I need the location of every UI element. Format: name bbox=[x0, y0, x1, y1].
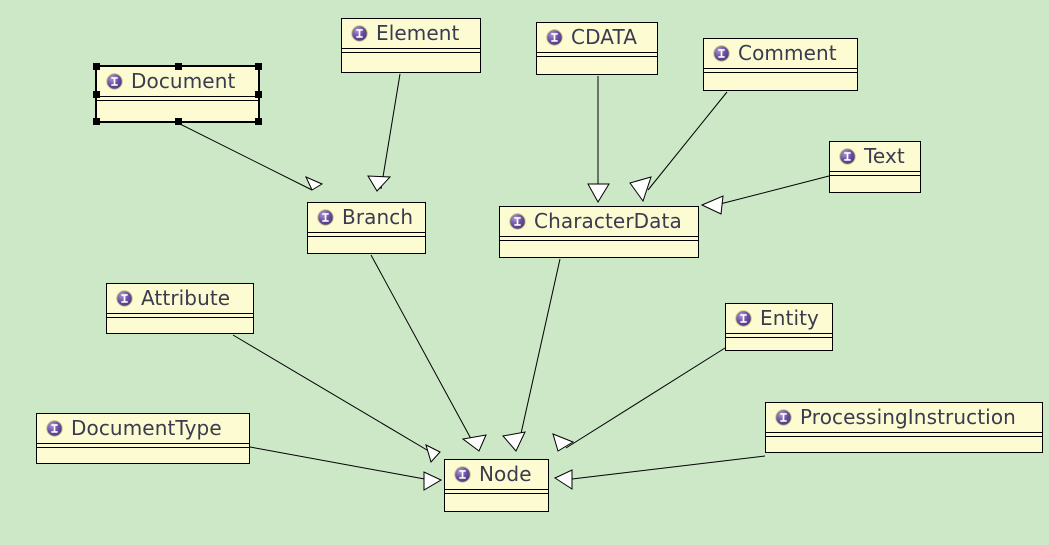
uml-class-document-title: Document bbox=[97, 67, 258, 96]
edge-entity-node bbox=[565, 347, 726, 449]
uml-class-name: DocumentType bbox=[71, 416, 222, 440]
uml-operations-compartment bbox=[342, 52, 480, 56]
interface-icon bbox=[735, 309, 752, 327]
uml-class-cdata-title: CDATA bbox=[537, 23, 657, 52]
uml-class-documenttype-title: DocumentType bbox=[37, 414, 249, 443]
uml-class-attribute[interactable]: Attribute bbox=[106, 283, 254, 334]
uml-operations-compartment bbox=[766, 436, 1042, 440]
uml-operations-compartment bbox=[704, 72, 857, 76]
arrowhead-element-branch bbox=[367, 175, 392, 192]
uml-class-processinginstruction[interactable]: ProcessingInstruction bbox=[765, 402, 1043, 453]
interface-icon bbox=[106, 72, 123, 90]
uml-operations-compartment bbox=[308, 236, 425, 240]
uml-class-name: Attribute bbox=[141, 286, 231, 310]
arrowhead-processinginstruction-node bbox=[553, 469, 573, 490]
edge-document-branch bbox=[179, 123, 313, 191]
interface-icon bbox=[317, 208, 334, 226]
edge-attribute-node bbox=[232, 334, 433, 454]
uml-operations-compartment bbox=[37, 447, 249, 451]
arrowhead-document-branch bbox=[304, 176, 324, 191]
uml-class-entity[interactable]: Entity bbox=[725, 303, 833, 351]
interface-icon bbox=[509, 212, 526, 230]
resize-handle-top-left[interactable] bbox=[93, 63, 100, 70]
uml-diagram-canvas[interactable]: Document Element CDATA Comment Text Bran… bbox=[0, 0, 1049, 545]
uml-operations-compartment bbox=[726, 337, 832, 341]
uml-class-name: CDATA bbox=[571, 25, 637, 49]
uml-class-text[interactable]: Text bbox=[829, 141, 921, 193]
interface-icon bbox=[713, 44, 730, 62]
arrowhead-cdata-characterdata bbox=[587, 183, 610, 203]
edge-comment-characterdata bbox=[647, 91, 728, 191]
uml-class-documenttype[interactable]: DocumentType bbox=[36, 413, 250, 464]
uml-class-branch-title: Branch bbox=[308, 203, 425, 232]
uml-operations-compartment bbox=[97, 100, 258, 104]
resize-handle-bottom-right[interactable] bbox=[255, 118, 262, 125]
uml-class-name: Document bbox=[131, 69, 236, 93]
edge-element-branch bbox=[380, 73, 401, 190]
resize-handle-bottom-left[interactable] bbox=[93, 118, 100, 125]
arrowhead-entity-node bbox=[552, 433, 575, 452]
uml-operations-compartment bbox=[830, 175, 920, 179]
uml-class-comment-title: Comment bbox=[704, 39, 857, 68]
uml-operations-compartment bbox=[537, 56, 657, 60]
uml-class-comment[interactable]: Comment bbox=[703, 38, 858, 91]
uml-class-node[interactable]: Node bbox=[444, 459, 549, 512]
arrowhead-documenttype-node bbox=[423, 471, 443, 491]
interface-icon bbox=[116, 289, 133, 307]
uml-class-entity-title: Entity bbox=[726, 304, 832, 333]
edge-text-characterdata bbox=[719, 175, 830, 205]
arrowhead-branch-node bbox=[461, 434, 487, 452]
uml-class-name: Element bbox=[376, 21, 460, 45]
interface-icon bbox=[351, 24, 368, 42]
uml-class-branch[interactable]: Branch bbox=[307, 202, 426, 254]
resize-handle-bottom-center[interactable] bbox=[174, 118, 182, 125]
uml-class-processinginstruction-title: ProcessingInstruction bbox=[766, 403, 1042, 432]
uml-class-element-title: Element bbox=[342, 19, 480, 48]
arrowhead-characterdata-node bbox=[502, 431, 526, 452]
interface-icon bbox=[775, 408, 792, 426]
interface-icon bbox=[46, 419, 63, 437]
uml-class-name: Comment bbox=[738, 41, 837, 65]
uml-class-cdata[interactable]: CDATA bbox=[536, 22, 658, 75]
uml-class-element[interactable]: Element bbox=[341, 18, 481, 73]
resize-handle-top-right[interactable] bbox=[255, 63, 262, 70]
interface-icon bbox=[839, 147, 856, 165]
uml-class-characterdata-title: CharacterData bbox=[500, 207, 698, 236]
uml-class-name: Entity bbox=[760, 306, 819, 330]
uml-class-document[interactable]: Document bbox=[93, 63, 262, 125]
uml-class-node-title: Node bbox=[445, 460, 548, 489]
interface-icon bbox=[546, 28, 563, 46]
arrowhead-attribute-node bbox=[425, 444, 441, 463]
edge-documenttype-node bbox=[249, 446, 431, 481]
resize-handle-top-center[interactable] bbox=[174, 63, 182, 70]
uml-class-text-title: Text bbox=[830, 142, 920, 171]
uml-class-name: CharacterData bbox=[534, 209, 682, 233]
uml-class-characterdata[interactable]: CharacterData bbox=[499, 206, 699, 258]
uml-class-name: ProcessingInstruction bbox=[800, 405, 1016, 429]
edge-processinginstruction-node bbox=[571, 455, 766, 480]
edge-characterdata-node bbox=[517, 258, 561, 448]
arrowhead-comment-characterdata bbox=[629, 176, 652, 203]
uml-class-attribute-title: Attribute bbox=[107, 284, 253, 313]
interface-icon bbox=[454, 465, 471, 483]
uml-operations-compartment bbox=[107, 317, 253, 321]
uml-class-name: Text bbox=[864, 144, 905, 168]
uml-class-name: Node bbox=[479, 462, 532, 486]
resize-handle-middle-left[interactable] bbox=[93, 91, 100, 98]
uml-operations-compartment bbox=[500, 240, 698, 244]
resize-handle-middle-right[interactable] bbox=[255, 91, 262, 98]
uml-class-name: Branch bbox=[342, 205, 414, 229]
edge-branch-node bbox=[370, 254, 477, 449]
arrowhead-text-characterdata bbox=[700, 195, 724, 215]
uml-operations-compartment bbox=[445, 493, 548, 497]
